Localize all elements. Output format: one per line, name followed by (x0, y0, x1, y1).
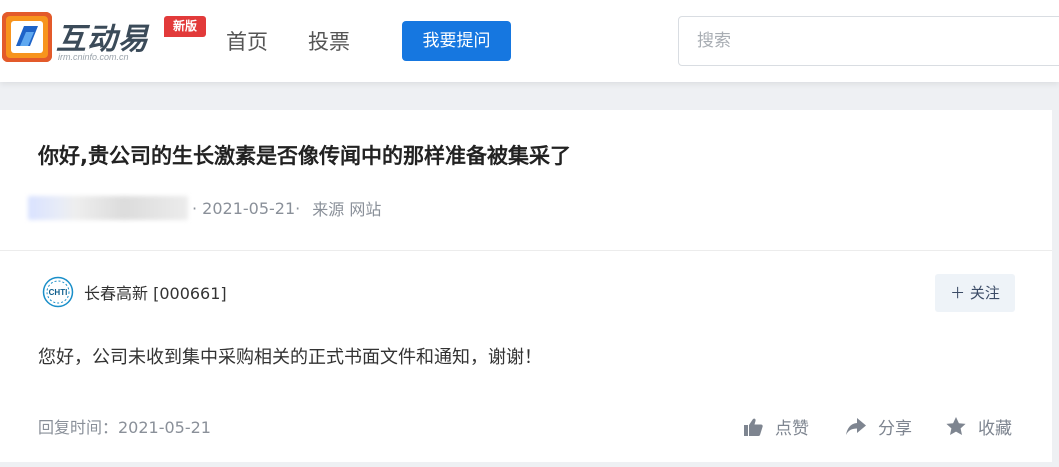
follow-button[interactable]: ＋ 关注 (935, 274, 1015, 312)
question-meta: · 2021-05-21· 来源 网站 (28, 196, 381, 220)
question-source: 来源 网站 (312, 200, 382, 219)
like-button[interactable]: 点赞 (744, 414, 809, 439)
divider (0, 250, 1052, 251)
asker-name-blurred (28, 196, 188, 220)
ask-question-button[interactable]: 我要提问 (402, 21, 511, 61)
search-input[interactable] (678, 16, 1059, 66)
reply-time: 回复时间：2021-05-21 (38, 418, 211, 437)
answer-content: 您好，公司未收到集中采购相关的正式书面文件和通知，谢谢！ (38, 347, 542, 368)
share-icon (846, 418, 866, 435)
star-icon (946, 417, 966, 435)
nav-vote[interactable]: 投票 (308, 26, 350, 56)
logo-subtitle: irm.cninfo.com.cn (58, 52, 129, 62)
like-label: 点赞 (775, 419, 809, 439)
share-button[interactable]: 分享 (846, 414, 912, 439)
question-card: 你好,贵公司的生长激素是否像传闻中的那样准备被集采了 · 2021-05-21·… (0, 110, 1052, 462)
favorite-label: 收藏 (978, 419, 1012, 439)
company-logo[interactable]: CHTI (42, 276, 74, 308)
company-name[interactable]: 长春高新 [000661] (84, 280, 227, 304)
question-title[interactable]: 你好,贵公司的生长激素是否像传闻中的那样准备被集采了 (38, 140, 571, 170)
thumbs-up-icon (744, 418, 763, 436)
logo-mark-icon (2, 12, 52, 62)
question-date: · 2021-05-21· (192, 198, 301, 218)
share-label: 分享 (878, 419, 912, 439)
company-info: CHTI 长春高新 [000661] (42, 275, 227, 309)
svg-text:CHTI: CHTI (49, 288, 68, 297)
new-version-badge: 新版 (164, 16, 206, 37)
site-logo[interactable]: 互动易 irm.cninfo.com.cn 新版 (2, 12, 207, 64)
nav-home[interactable]: 首页 (226, 26, 268, 56)
favorite-button[interactable]: 收藏 (946, 414, 1012, 439)
top-header: 互动易 irm.cninfo.com.cn 新版 首页 投票 我要提问 (0, 0, 1059, 82)
